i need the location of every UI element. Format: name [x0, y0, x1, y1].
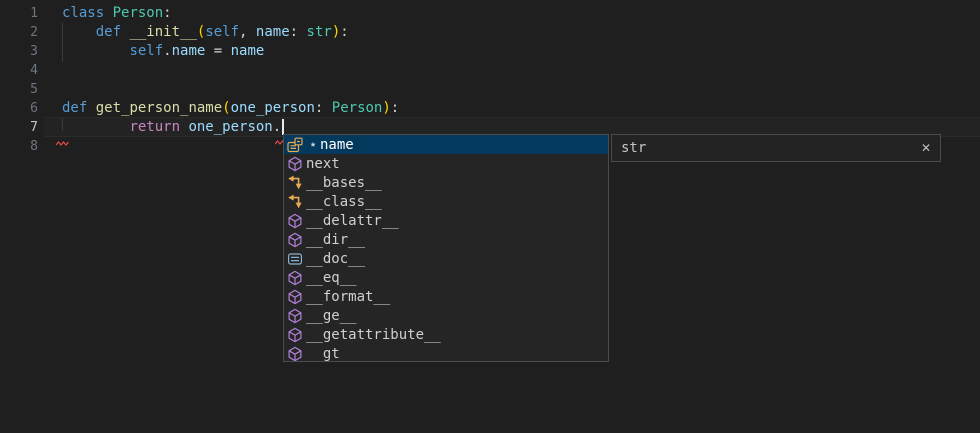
method-icon: [287, 346, 303, 362]
method-icon: [287, 213, 303, 229]
line-number[interactable]: 7: [0, 118, 38, 137]
suggestion-label: name: [320, 137, 354, 153]
suggestion-label: __gt__: [306, 346, 357, 362]
code-line[interactable]: 4: [0, 61, 980, 80]
line-number[interactable]: 2: [0, 23, 38, 42]
code-line-text: def __init__(self, name: str):: [62, 23, 349, 42]
code-line[interactable]: 5: [0, 80, 980, 99]
code-line[interactable]: 1 class Person:: [0, 4, 980, 23]
suggestion-label: __class__: [306, 194, 382, 210]
suggestion-item[interactable]: __dir__: [284, 230, 608, 249]
code-line-text: def get_person_name(one_person: Person):: [62, 99, 399, 118]
text-cursor: [282, 119, 284, 135]
method-icon: [287, 156, 303, 172]
suggestion-label: __doc__: [306, 251, 365, 267]
line-number[interactable]: 1: [0, 4, 38, 23]
suggestion-item[interactable]: __delattr__: [284, 211, 608, 230]
suggestion-label: __bases__: [306, 175, 382, 191]
suggest-detail-text: str: [621, 140, 646, 156]
code-line-text: return one_person.: [62, 118, 281, 137]
suggestion-item[interactable]: ★name: [284, 135, 608, 154]
suggestion-item[interactable]: __format__: [284, 287, 608, 306]
code-line-text: self.name = name: [62, 42, 264, 61]
suggestion-label: __format__: [306, 289, 390, 305]
error-squiggle: [56, 131, 70, 136]
preferred-star-icon: ★: [306, 135, 320, 154]
reference-arrows-icon: [287, 194, 303, 210]
suggestion-label: __getattribute__: [306, 327, 441, 343]
suggestion-label: next: [306, 156, 340, 172]
suggestion-label: __eq__: [306, 270, 357, 286]
method-icon: [287, 327, 303, 343]
method-icon: [287, 270, 303, 286]
line-number[interactable]: 6: [0, 99, 38, 118]
suggestion-label: __ge__: [306, 308, 357, 324]
method-icon: [287, 308, 303, 324]
indent-guide: [62, 118, 63, 131]
indent-guide: [62, 23, 63, 62]
suggestion-item[interactable]: next: [284, 154, 608, 173]
suggest-detail-pane: str ✕: [611, 134, 941, 162]
code-line[interactable]: 3 self.name = name: [0, 42, 980, 61]
line-number[interactable]: 4: [0, 61, 38, 80]
code-line-text: class Person:: [62, 4, 172, 23]
suggestion-item[interactable]: __class__: [284, 192, 608, 211]
code-editor: 1 class Person: 2 def __init__(self, nam…: [0, 0, 980, 433]
field-icon: [287, 137, 303, 153]
line-number[interactable]: 8: [0, 137, 38, 156]
suggestion-item[interactable]: __getattribute__: [284, 325, 608, 344]
close-icon[interactable]: ✕: [921, 142, 931, 154]
code-line[interactable]: 6 def get_person_name(one_person: Person…: [0, 99, 980, 118]
reference-arrows-icon: [287, 175, 303, 191]
autocomplete-popup: ★name next __bases__ __class__ __delattr…: [283, 134, 609, 362]
code-line[interactable]: 2 def __init__(self, name: str):: [0, 23, 980, 42]
suggestion-item[interactable]: __gt__: [284, 344, 608, 362]
suggestion-label: __delattr__: [306, 213, 399, 229]
line-number[interactable]: 5: [0, 80, 38, 99]
suggestion-item[interactable]: __ge__: [284, 306, 608, 325]
constant-icon: [287, 251, 303, 267]
suggestion-item[interactable]: __bases__: [284, 173, 608, 192]
suggestion-item[interactable]: __doc__: [284, 249, 608, 268]
method-icon: [287, 289, 303, 305]
method-icon: [287, 232, 303, 248]
suggestion-label: __dir__: [306, 232, 365, 248]
suggestion-item[interactable]: __eq__: [284, 268, 608, 287]
line-number[interactable]: 3: [0, 42, 38, 61]
